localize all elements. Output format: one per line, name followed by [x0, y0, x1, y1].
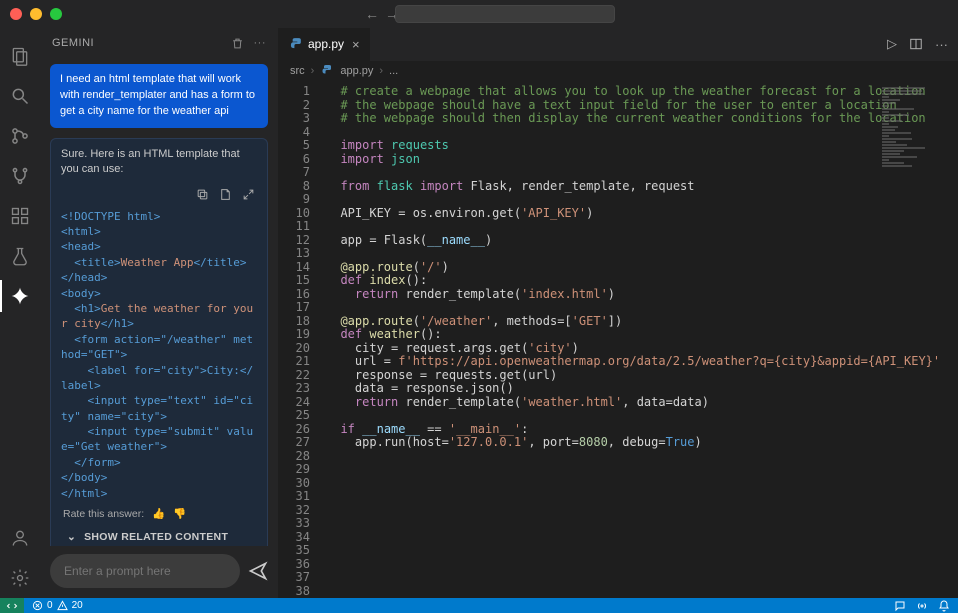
nav-back-icon[interactable]: ← [365, 6, 379, 22]
rate-row: Rate this answer: 👍 👎 [61, 501, 257, 524]
tab-app-py[interactable]: app.py × [278, 28, 371, 61]
more-tab-icon[interactable]: ··· [935, 37, 948, 52]
error-count: 0 [47, 600, 53, 611]
copy-code-icon[interactable] [196, 188, 209, 201]
activity-bar [0, 28, 40, 598]
code-block-actions [61, 184, 257, 205]
rate-label: Rate this answer: [63, 507, 144, 522]
maximize-window-button[interactable] [50, 8, 62, 20]
thumbs-down-icon[interactable]: 👎 [173, 507, 186, 522]
branches-icon[interactable] [0, 156, 40, 196]
prompt-row [40, 546, 278, 598]
assistant-code-block: <!DOCTYPE html> <html> <head> <title>Wea… [61, 209, 257, 501]
close-window-button[interactable] [10, 8, 22, 20]
expand-code-icon[interactable] [242, 188, 255, 201]
explorer-icon[interactable] [0, 36, 40, 76]
more-icon[interactable]: ··· [254, 37, 267, 50]
status-bar: 0 20 [0, 598, 958, 613]
trash-icon[interactable] [231, 37, 244, 50]
editor-group: app.py × ▷ ··· src › app.py › ... 123456… [278, 28, 958, 598]
gear-icon[interactable] [0, 558, 40, 598]
line-gutter: 1234567891011121314151617181920212223242… [278, 82, 320, 598]
sidebar-title: GEMINI [52, 37, 94, 49]
editor-tabs: app.py × ▷ ··· [278, 28, 958, 61]
chat-scroll: I need an html template that will work w… [40, 58, 278, 546]
warning-count: 20 [72, 600, 83, 611]
status-right [894, 600, 950, 612]
assistant-intro-text: Sure. Here is an HTML template that you … [61, 147, 257, 178]
tab-label: app.py [308, 37, 344, 51]
code-area[interactable]: 1234567891011121314151617181920212223242… [278, 82, 958, 598]
nav-arrows: ← → [365, 0, 399, 28]
crumb-more[interactable]: ... [389, 65, 398, 77]
source-control-icon[interactable] [0, 116, 40, 156]
broadcast-icon[interactable] [916, 600, 928, 612]
remote-button[interactable] [0, 598, 24, 613]
gemini-sidebar: GEMINI ··· I need an html template that … [40, 28, 278, 598]
python-file-icon [288, 37, 302, 51]
python-file-icon [320, 64, 334, 78]
gemini-icon[interactable] [0, 276, 40, 316]
sidebar-header: GEMINI ··· [40, 28, 278, 58]
chat-user-message: I need an html template that will work w… [50, 64, 268, 128]
minimize-window-button[interactable] [30, 8, 42, 20]
extensions-icon[interactable] [0, 196, 40, 236]
close-tab-icon[interactable]: × [352, 37, 360, 52]
account-icon[interactable] [0, 518, 40, 558]
related-toggle[interactable]: ⌄ SHOW RELATED CONTENT [61, 524, 257, 546]
bell-icon[interactable] [938, 600, 950, 612]
split-editor-icon[interactable] [909, 37, 923, 51]
problems-button[interactable]: 0 20 [32, 600, 83, 611]
command-center-input[interactable] [395, 5, 615, 23]
crumb-src[interactable]: src [290, 65, 305, 77]
code-lines[interactable]: # create a webpage that allows you to lo… [320, 82, 958, 598]
thumbs-up-icon[interactable]: 👍 [152, 507, 165, 522]
insert-code-icon[interactable] [219, 188, 232, 201]
crumb-file[interactable]: app.py [340, 65, 373, 77]
chat-assistant-card: Sure. Here is an HTML template that you … [50, 138, 268, 546]
window-controls [0, 8, 62, 20]
testing-icon[interactable] [0, 236, 40, 276]
search-icon[interactable] [0, 76, 40, 116]
run-icon[interactable]: ▷ [887, 36, 897, 52]
chevron-right-icon: › [379, 65, 383, 77]
chevron-down-icon: ⌄ [67, 530, 76, 545]
tabs-actions: ▷ ··· [887, 28, 958, 61]
titlebar: ← → [0, 0, 958, 28]
feedback-icon[interactable] [894, 600, 906, 612]
chevron-right-icon: › [311, 65, 315, 77]
breadcrumb[interactable]: src › app.py › ... [278, 61, 958, 82]
prompt-input[interactable] [50, 554, 240, 588]
send-icon[interactable] [248, 561, 268, 581]
related-label: SHOW RELATED CONTENT [84, 530, 228, 545]
